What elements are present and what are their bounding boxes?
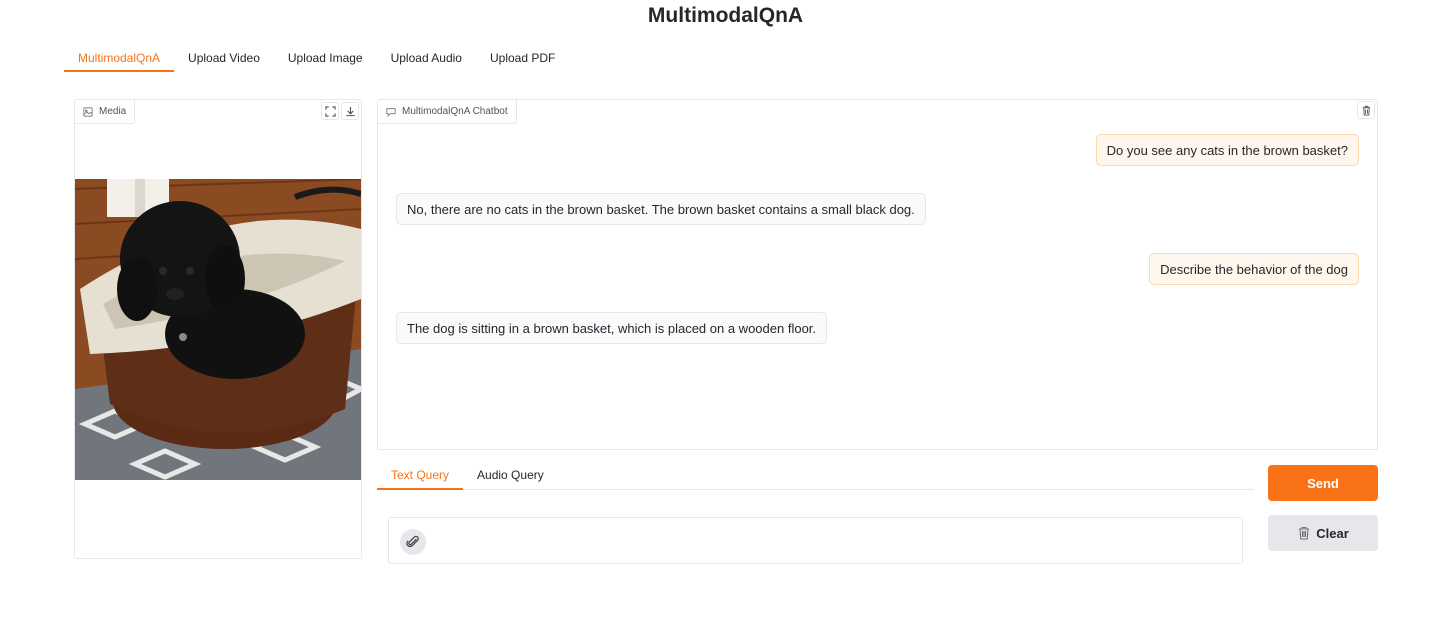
chatbot-panel: MultimodalQnA Chatbot Do you see any cat… <box>377 99 1378 450</box>
query-text-input[interactable] <box>435 526 1235 556</box>
chatbot-label-text: MultimodalQnA Chatbot <box>402 106 508 117</box>
chat-message-bot: No, there are no cats in the brown baske… <box>396 193 926 225</box>
fullscreen-icon <box>324 105 336 117</box>
chat-icon <box>386 107 396 117</box>
download-icon <box>345 106 355 116</box>
paperclip-icon <box>406 535 419 548</box>
send-button[interactable]: Send <box>1268 465 1378 501</box>
tab-multimodalqna[interactable]: MultimodalQnA <box>64 44 175 72</box>
media-image <box>75 179 361 480</box>
chat-message-user: Do you see any cats in the brown basket? <box>1095 134 1359 166</box>
clear-button-label: Clear <box>1316 525 1349 541</box>
media-panel: Media <box>74 99 362 559</box>
tab-upload-audio[interactable]: Upload Audio <box>377 44 476 72</box>
media-actions <box>321 102 359 120</box>
chat-message-user: Describe the behavior of the dog <box>1149 253 1359 285</box>
tab-upload-image[interactable]: Upload Image <box>274 44 377 72</box>
tab-text-query[interactable]: Text Query <box>377 462 464 490</box>
query-input-box <box>388 517 1243 564</box>
trash-icon <box>1362 105 1370 116</box>
query-tabs: Text Query Audio Query <box>377 462 1254 490</box>
chatbot-label: MultimodalQnA Chatbot <box>378 100 517 124</box>
trash-icon <box>1299 526 1310 540</box>
app-title: MultimodalQnA <box>647 4 804 27</box>
fullscreen-button[interactable] <box>321 102 339 120</box>
tab-upload-video[interactable]: Upload Video <box>174 44 274 72</box>
media-label: Media <box>75 100 136 124</box>
tab-audio-query[interactable]: Audio Query <box>463 462 558 490</box>
attach-button[interactable] <box>400 529 426 555</box>
media-label-text: Media <box>99 106 127 117</box>
clear-button[interactable]: Clear <box>1268 515 1378 551</box>
tab-upload-pdf[interactable]: Upload PDF <box>476 44 569 72</box>
download-button[interactable] <box>341 102 359 120</box>
chat-message-bot: The dog is sitting in a brown basket, wh… <box>396 312 828 344</box>
clear-chat-button[interactable] <box>1357 101 1375 119</box>
top-tabs: MultimodalQnA Upload Video Upload Image … <box>64 44 569 72</box>
image-icon <box>83 106 93 117</box>
